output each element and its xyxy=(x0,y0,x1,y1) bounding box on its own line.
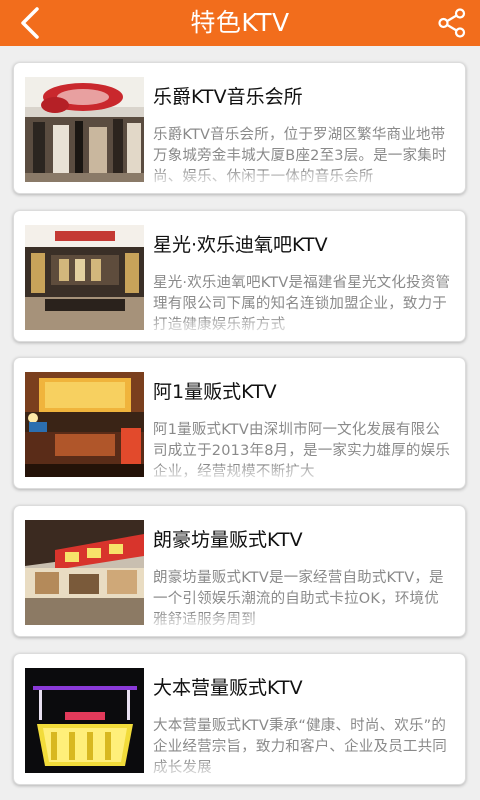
ktv-card[interactable]: 大本营量贩式KTV 大本营量贩式KTV秉承“健康、时尚、欢乐”的企业经营宗旨，致… xyxy=(13,653,466,785)
share-button[interactable] xyxy=(432,4,472,42)
ktv-thumbnail xyxy=(25,77,144,182)
ktv-name: 大本营量贩式KTV xyxy=(153,677,303,699)
ktv-name: 星光·欢乐迪氧吧KTV xyxy=(153,234,328,256)
share-icon xyxy=(438,8,466,38)
ktv-card[interactable]: 星光·欢乐迪氧吧KTV 星光·欢乐迪氧吧KTV是福建省星光文化投资管理有限公司下… xyxy=(13,210,466,342)
ktv-card[interactable]: 阿1量贩式KTV 阿1量贩式KTV由深圳市阿一文化发展有限公司成立于2013年8… xyxy=(13,357,466,489)
ktv-description: 大本营量贩式KTV秉承“健康、时尚、欢乐”的企业经营宗旨，致力和客户、企业及员工… xyxy=(153,716,453,782)
ktv-name: 乐爵KTV音乐会所 xyxy=(153,86,303,108)
ktv-thumbnail xyxy=(25,520,144,625)
ktv-thumbnail xyxy=(25,372,144,477)
ktv-thumbnail xyxy=(25,668,144,773)
ktv-card[interactable]: 乐爵KTV音乐会所 乐爵KTV音乐会所，位于罗湖区繁华商业地带万象城旁金丰城大厦… xyxy=(13,62,466,194)
top-bar: 特色KTV xyxy=(0,0,480,46)
ktv-description: 乐爵KTV音乐会所，位于罗湖区繁华商业地带万象城旁金丰城大厦B座2至3层。是一家… xyxy=(153,125,453,191)
ktv-name: 朗豪坊量贩式KTV xyxy=(153,529,303,551)
ktv-thumbnail xyxy=(25,225,144,330)
ktv-name: 阿1量贩式KTV xyxy=(153,381,277,403)
ktv-card[interactable]: 朗豪坊量贩式KTV 朗豪坊量贩式KTV是一家经营自助式KTV，是一个引领娱乐潮流… xyxy=(13,505,466,637)
page-title: 特色KTV xyxy=(190,8,290,37)
ktv-description: 星光·欢乐迪氧吧KTV是福建省星光文化投资管理有限公司下属的知名连锁加盟企业，致… xyxy=(153,273,453,339)
ktv-description: 阿1量贩式KTV由深圳市阿一文化发展有限公司成立于2013年8月，是一家实力雄厚… xyxy=(153,420,453,486)
ktv-description: 朗豪坊量贩式KTV是一家经营自助式KTV，是一个引领娱乐潮流的自助式卡拉OK，环… xyxy=(153,568,453,634)
